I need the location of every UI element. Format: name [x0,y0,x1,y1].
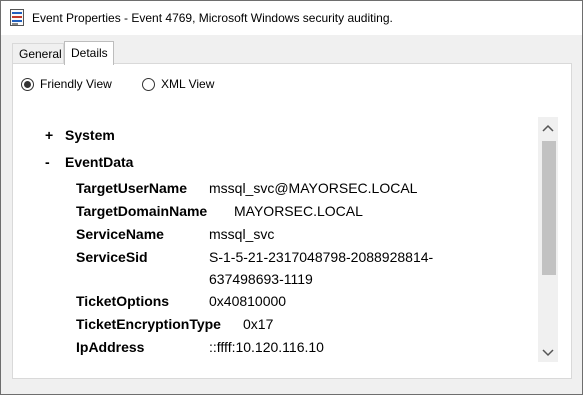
field-name-ipaddress: IpAddress [76,339,145,355]
event-properties-window: Event Properties - Event 4769, Microsoft… [0,0,583,395]
event-viewer-icon [10,9,24,26]
field-value-ticketoptions: 0x40810000 [209,293,287,309]
title-bar[interactable]: Event Properties - Event 4769, Microsoft… [1,1,582,35]
friendly-view-label: Friendly View [40,77,112,91]
xml-view-radio[interactable]: XML View [142,77,214,91]
tab-details[interactable]: Details [64,41,114,65]
event-detail-tree: + System - EventData TargetUserName mssql_… [31,120,543,360]
tab-strip: General Details [12,41,572,65]
node-label-eventdata: EventData [65,154,134,170]
field-value-servicesid-line2: 637498693-1119 [209,271,313,287]
field-name-targetdomainname: TargetDomainName [76,203,208,219]
tab-general[interactable]: General [12,43,64,64]
xml-view-label: XML View [161,77,215,91]
tree-node-system[interactable]: + System [45,127,115,143]
field-value-servicename: mssql_svc [209,226,275,242]
chevron-down-icon[interactable] [538,342,558,362]
friendly-view-radio[interactable]: Friendly View [21,77,112,91]
tree-node-eventdata[interactable]: - EventData [45,154,133,170]
details-panel: Friendly View XML View + System - EventDat… [12,63,572,379]
field-name-servicename: ServiceName [76,226,164,242]
chevron-up-icon[interactable] [538,117,558,137]
field-name-targetusername: TargetUserName [76,180,188,196]
vertical-scrollbar[interactable] [538,117,558,362]
field-name-ticketencryptiontype: TicketEncryptionType [76,316,221,332]
expand-toggle[interactable]: + [45,127,65,143]
field-name-servicesid: ServiceSid [76,249,148,265]
field-value-targetusername: mssql_svc@MAYORSEC.LOCAL [209,180,418,196]
radio-checked-icon[interactable] [21,77,34,91]
field-name-ticketoptions: TicketOptions [76,293,170,309]
node-label-system: System [65,127,115,143]
field-value-ticketencryptiontype: 0x17 [243,316,274,332]
window-title: Event Properties - Event 4769, Microsoft… [32,11,393,25]
field-value-targetdomainname: MAYORSEC.LOCAL [234,203,363,219]
field-value-servicesid: S-1-5-21-2317048798-2088928814- [209,249,434,265]
scroll-thumb[interactable] [542,141,556,275]
field-value-ipaddress: ::ffff:10.120.116.10 [209,339,324,355]
radio-unchecked-icon[interactable] [142,77,155,91]
collapse-toggle[interactable]: - [45,154,65,170]
